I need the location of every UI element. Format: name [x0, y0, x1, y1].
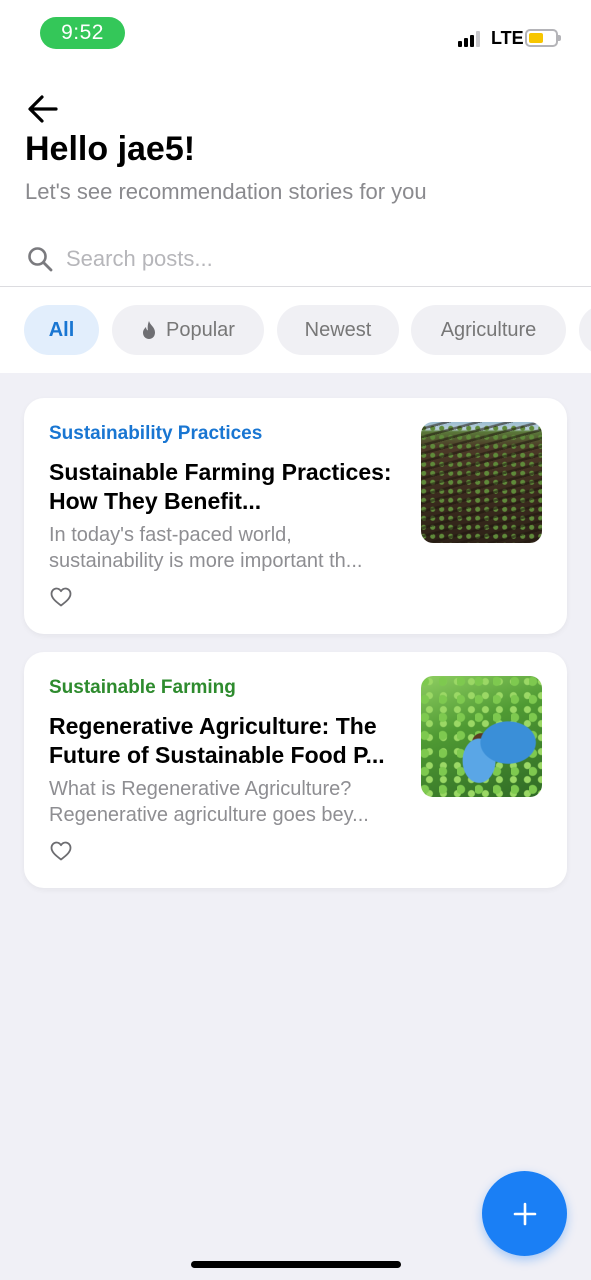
page-title: Hello jae5!	[25, 130, 196, 168]
post-category: Sustainable Farming	[49, 677, 236, 698]
filter-chip-popular[interactable]: Popular	[112, 305, 264, 355]
post-thumbnail-image	[421, 422, 542, 543]
filter-chip-label: Newest	[304, 318, 372, 341]
post-title: Sustainable Farming Practices: How They …	[49, 459, 392, 514]
battery-icon	[525, 29, 561, 47]
post-category: Sustainability Practices	[49, 423, 263, 444]
filter-chip-agriculture[interactable]: Agriculture	[411, 305, 566, 355]
arrow-left-icon	[28, 95, 58, 123]
create-post-button[interactable]	[482, 1171, 567, 1256]
filter-chip-label: All	[48, 318, 75, 341]
search-bar	[0, 237, 591, 287]
filter-chip-more[interactable]	[579, 305, 591, 355]
filter-chip-label: Agriculture	[440, 318, 537, 341]
signal-strength-icon	[458, 31, 484, 47]
post-thumbnail-image	[421, 676, 542, 797]
home-indicator[interactable]	[191, 1261, 401, 1268]
filter-chips: All Popular Newest Agriculture	[0, 305, 591, 355]
post-title: Regenerative Agriculture: The Future of …	[49, 713, 385, 768]
post-excerpt: What is Regenerative Agriculture? Regene…	[49, 778, 369, 826]
heart-outline-icon[interactable]	[50, 841, 72, 861]
post-card[interactable]: Sustainable Farming Regenerative Agricul…	[24, 652, 567, 888]
post-card[interactable]: Sustainability Practices Sustainable Far…	[24, 398, 567, 634]
status-time: 9:52	[40, 17, 125, 49]
search-input[interactable]	[66, 239, 546, 279]
filter-chip-all[interactable]: All	[24, 305, 99, 355]
heart-outline-icon[interactable]	[50, 587, 72, 607]
filter-chip-newest[interactable]: Newest	[277, 305, 399, 355]
post-excerpt: In today's fast-paced world, sustainabil…	[49, 524, 363, 572]
filter-chip-label: Popular	[166, 318, 235, 341]
network-type: LTE	[491, 28, 524, 48]
plus-icon	[513, 1202, 536, 1225]
back-button[interactable]	[26, 94, 60, 124]
search-icon	[28, 247, 53, 272]
page-subtitle: Let's see recommendation stories for you	[25, 179, 427, 204]
flame-icon	[143, 321, 156, 339]
